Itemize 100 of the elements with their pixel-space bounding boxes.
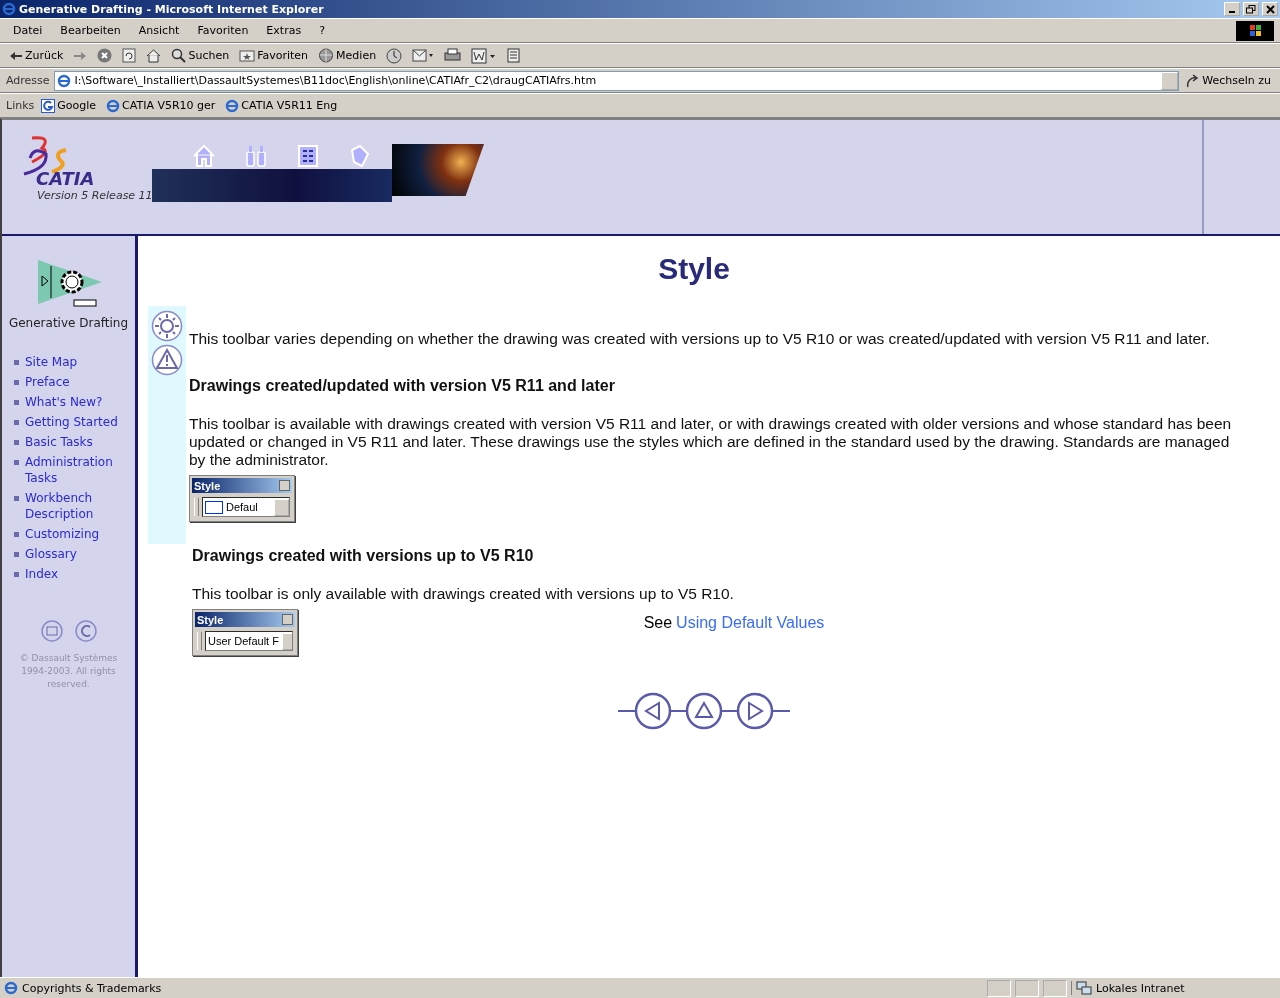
sidebar-link[interactable]: Preface: [25, 374, 120, 390]
toolbar-grip[interactable]: [197, 632, 202, 650]
binoculars-icon: [244, 144, 268, 168]
sidebar-link[interactable]: Getting Started: [25, 414, 120, 430]
page-title: Style: [657, 252, 731, 286]
sidebar-link[interactable]: Site Map: [25, 354, 120, 370]
header-nav-button[interactable]: [348, 144, 372, 170]
back-button[interactable]: Zurück: [6, 48, 67, 63]
intranet-icon: [1076, 981, 1092, 995]
bullet-icon: [14, 532, 19, 537]
bullet-icon: [14, 380, 19, 385]
windows-logo-icon: [1236, 20, 1274, 41]
sidebar-link[interactable]: Customizing: [25, 526, 120, 542]
sidebar-link[interactable]: Glossary: [25, 546, 120, 562]
address-field[interactable]: I:\Software\_Installiert\DassaultSystemes\B11doc\English\online\CATIAfr_C2\draugCATIAfrs.htm: [53, 70, 1180, 91]
bullet-icon: [14, 552, 19, 557]
bullet-icon: [14, 400, 19, 405]
sidebar-link[interactable]: Administration Tasks: [25, 454, 120, 486]
go-button[interactable]: Wechseln zu: [1183, 72, 1274, 89]
browser-icon: [225, 98, 240, 113]
browser-icon: [2, 2, 16, 16]
address-label: Adresse: [6, 74, 50, 87]
default-values-link[interactable]: Using Default Values: [676, 614, 825, 632]
links-label: Links: [6, 99, 35, 112]
gear-drafting-icon: [35, 258, 102, 308]
menu-item[interactable]: ?: [312, 22, 332, 39]
section-text: This toolbar is only available with drawings created with versions up to V5 R10.: [192, 585, 735, 603]
link-bookmark[interactable]: CATIA V5R10 ger: [103, 97, 219, 114]
search-button[interactable]: Suchen: [168, 47, 233, 64]
index-book-icon: [296, 144, 320, 168]
media-button[interactable]: Medien: [315, 47, 380, 64]
section-text: This toolbar is available with drawings created with version V5 R11 and later, or with drawings created with older versions and whose standard has been updated or changed in V5 R11 and later. These drawings use the styles which are defined in the standard used by the drawing. Standards are managed by the administrator.: [189, 415, 1233, 469]
minimize-button[interactable]: [1224, 2, 1240, 16]
bullet-icon: [14, 440, 19, 445]
bullet-icon: [14, 572, 19, 577]
back-arrow-icon: [9, 50, 23, 61]
home-icon: [146, 48, 162, 63]
security-zone: Lokales Intranet: [1071, 981, 1276, 995]
refresh-icon: [122, 48, 137, 63]
restore-button[interactable]: [1243, 2, 1259, 16]
status-text: Copyrights & Trademarks: [22, 981, 163, 995]
favorites-button[interactable]: Favoriten: [236, 48, 312, 63]
menu-item[interactable]: Datei: [6, 22, 50, 39]
mail-icon: [412, 48, 435, 63]
header-nav-button[interactable]: [192, 144, 216, 170]
close-icon[interactable]: [282, 614, 293, 625]
status-pane: [1015, 979, 1039, 997]
link-bookmark[interactable]: Google: [38, 97, 100, 114]
document-icon: [507, 48, 521, 63]
printer-icon: [444, 48, 462, 63]
see-text: See: [643, 614, 673, 632]
forward-arrow-icon: [73, 50, 88, 61]
page-navigation-drawing[interactable]: [618, 692, 790, 730]
style-dropdown[interactable]: Defaul: [202, 497, 290, 517]
menu-item[interactable]: Favoriten: [190, 22, 256, 39]
google-g-icon: [41, 98, 56, 113]
bullet-icon: [14, 496, 19, 501]
menu-item[interactable]: Bearbeiten: [53, 22, 128, 39]
intro-text: This toolbar varies depending on whether the drawing was created with versions up to V5 R10 or was created/updated with version V5 R11 and later.: [189, 330, 1211, 348]
edit-document-icon: [471, 47, 498, 64]
brand-name: CATIA: [36, 168, 96, 189]
link-bookmark[interactable]: CATIA V5R11 Eng: [222, 97, 341, 114]
warning-icon: [151, 344, 183, 376]
close-button[interactable]: [1262, 2, 1278, 16]
sidebar-link[interactable]: Basic Tasks: [25, 434, 120, 450]
toolbar-title: Style: [197, 613, 225, 626]
copyright-text: © Dassault Systèmes 1994-2003. All rights reserved.: [18, 652, 119, 691]
history-clock-icon: [386, 47, 403, 64]
media-globe-icon: [318, 48, 335, 63]
window-title: Generative Drafting - Microsoft Internet Explorer: [19, 2, 325, 16]
search-icon: [171, 48, 187, 63]
go-arrow-icon: [1186, 73, 1201, 88]
product-name: Generative Drafting: [8, 316, 129, 330]
menu-item[interactable]: Ansicht: [131, 22, 187, 39]
bullet-icon: [14, 360, 19, 365]
home-icon: [192, 144, 216, 168]
header-nav-button[interactable]: [296, 144, 320, 170]
sidebar-link[interactable]: What's New?: [25, 394, 120, 410]
bullet-icon: [14, 460, 19, 465]
section-heading: Drawings created with versions up to V5 R10: [192, 547, 535, 565]
close-icon: [1265, 4, 1275, 14]
close-icon[interactable]: [279, 480, 290, 491]
stop-icon: [97, 48, 113, 63]
browser-icon: [56, 73, 71, 88]
status-pane: [1043, 979, 1067, 997]
toolbar-grip[interactable]: [194, 498, 199, 516]
header-nav-button[interactable]: [244, 144, 268, 170]
sidebar-link[interactable]: Index: [25, 566, 120, 582]
bullet-icon: [14, 420, 19, 425]
copyright-icon[interactable]: [74, 620, 97, 642]
section-heading: Drawings created/updated with version V5 R11 and later: [189, 377, 616, 395]
sidebar-link[interactable]: Workbench Description: [25, 490, 120, 522]
browser-icon: [4, 981, 18, 995]
sun-gear-icon: [151, 310, 183, 342]
status-pane: [987, 979, 1011, 997]
browser-icon: [106, 98, 121, 113]
menu-item[interactable]: Extras: [259, 22, 309, 39]
restore-icon: [1246, 4, 1256, 14]
toolbar-title: Style: [194, 479, 222, 492]
style-dropdown[interactable]: User Default F: [205, 631, 293, 651]
